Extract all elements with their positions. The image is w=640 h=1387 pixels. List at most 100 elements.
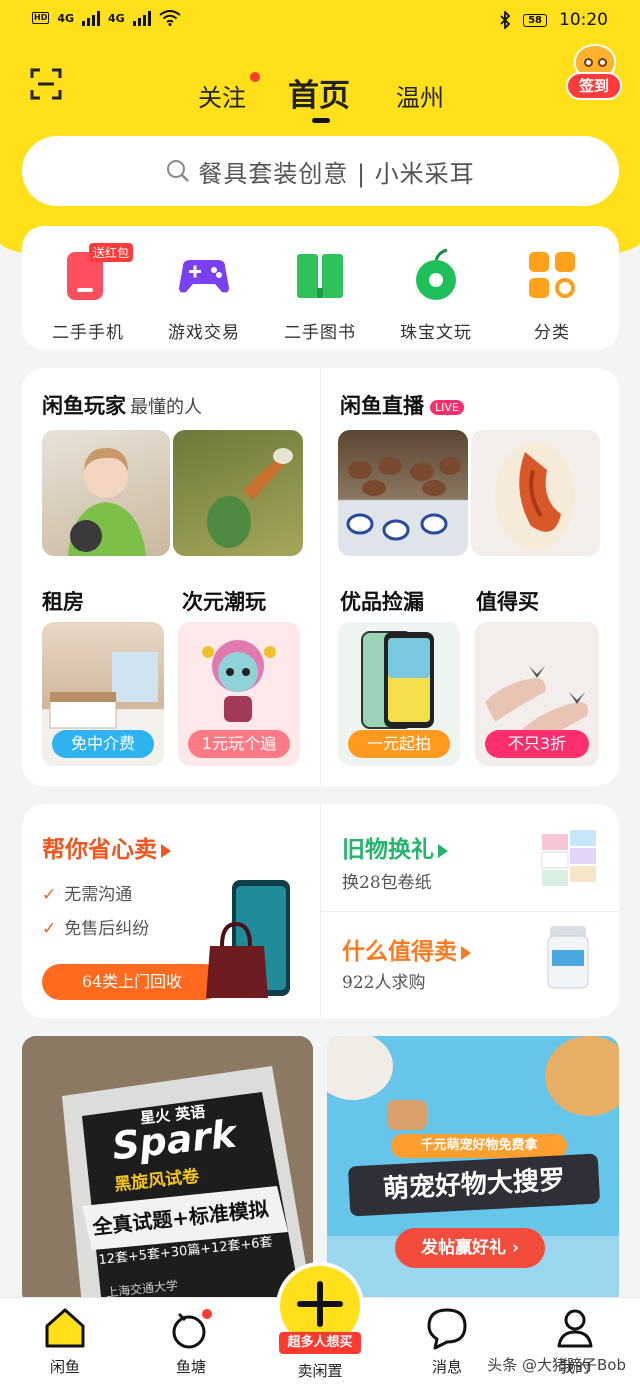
category-label: 二手手机 bbox=[52, 323, 124, 343]
live-photo-2[interactable] bbox=[471, 430, 600, 556]
category-games[interactable]: 游戏交易 bbox=[146, 248, 262, 343]
promo-card: 帮你省心卖 ✓ 无需沟通 ✓ 免售后纠纷 64类上门回收 旧物换礼 换28包卷纸 什… bbox=[22, 804, 619, 1018]
watermark: 头条 @大猪蹄子Bob bbox=[487, 1356, 626, 1374]
tile-toys-photo[interactable]: 1元玩个遍 bbox=[178, 622, 300, 766]
arrow-right-icon bbox=[438, 844, 448, 858]
sell-point-text: 免售后纠纷 bbox=[64, 919, 150, 939]
arrow-right-icon bbox=[161, 844, 171, 858]
status-time: 10:20 bbox=[559, 10, 608, 30]
player-subtitle: 最懂的人 bbox=[130, 397, 202, 418]
checkin-button[interactable]: 签到 bbox=[566, 44, 622, 102]
tile-rent-tag: 免中介费 bbox=[52, 730, 154, 758]
worth-title-text: 什么值得卖 bbox=[342, 938, 457, 965]
tab-city-label: 温州 bbox=[396, 84, 444, 112]
notification-dot bbox=[250, 72, 260, 82]
tab-home[interactable]: 首页 bbox=[288, 70, 350, 123]
live-badge: LIVE bbox=[430, 400, 464, 415]
live-photo-1[interactable] bbox=[338, 430, 468, 556]
sell-point-1: ✓ 无需沟通 bbox=[42, 880, 132, 905]
search-bar[interactable]: 餐具套装创意 | 小米采耳 bbox=[22, 136, 619, 206]
jar-image bbox=[547, 926, 589, 989]
tab-follow[interactable]: 关注 bbox=[198, 72, 260, 113]
tile-worth-photo[interactable]: 不只3折 bbox=[475, 622, 599, 766]
hd-indicator: HD bbox=[32, 12, 50, 24]
feed-card-1[interactable]: 星火 英语 Spark 黑旋风试卷 全真试题+标准模拟 12套+5套+30篇+1… bbox=[22, 1036, 313, 1306]
network-label-2: 4G bbox=[108, 11, 125, 25]
sell-products-image bbox=[206, 880, 290, 998]
tile-rent-title[interactable]: 租房 bbox=[42, 586, 84, 616]
message-icon bbox=[425, 1306, 469, 1350]
sell-title[interactable]: 帮你省心卖 bbox=[42, 830, 171, 864]
check-icon: ✓ bbox=[42, 919, 57, 939]
checkin-label: 签到 bbox=[566, 72, 622, 100]
category-bar: 送红包 二手手机 游戏交易 二手图书 珠宝文玩 分类 bbox=[22, 226, 619, 350]
jade-icon bbox=[409, 248, 463, 302]
category-badge: 送红包 bbox=[89, 243, 134, 262]
feed-card-2[interactable]: 千元萌宠好物免费拿 萌宠好物大搜罗 发帖赢好礼 › bbox=[327, 1036, 619, 1306]
sell-title-text: 帮你省心卖 bbox=[42, 836, 157, 863]
tab-city[interactable]: 温州 bbox=[396, 78, 444, 113]
pond-icon bbox=[169, 1306, 213, 1350]
bluetooth-icon bbox=[500, 11, 511, 29]
nav-home[interactable]: 闲鱼 bbox=[20, 1306, 110, 1377]
nav-messages-label: 消息 bbox=[431, 1358, 462, 1376]
user-icon bbox=[553, 1306, 597, 1350]
nav-pond-label: 鱼塘 bbox=[175, 1358, 206, 1376]
wifi-icon bbox=[159, 10, 181, 26]
mascot-eye-left bbox=[584, 58, 593, 67]
tile-toys-title[interactable]: 次元潮玩 bbox=[182, 586, 266, 616]
nav-messages[interactable]: 消息 bbox=[402, 1306, 492, 1377]
status-left: HD 4G 4G bbox=[32, 10, 181, 26]
category-jewelry[interactable]: 珠宝文玩 bbox=[378, 248, 494, 343]
divider bbox=[320, 911, 619, 912]
tile-deals-photo[interactable]: 一元起拍 bbox=[338, 622, 460, 766]
gamepad-icon bbox=[177, 248, 231, 302]
signal-icon-2 bbox=[132, 10, 151, 26]
player-photo-2[interactable] bbox=[173, 430, 303, 556]
feed2-banner: 千元萌宠好物免费拿 bbox=[391, 1134, 567, 1158]
tile-rent-photo[interactable]: 免中介费 bbox=[42, 622, 164, 766]
tile-worth-tag: 不只3折 bbox=[485, 730, 589, 758]
tile-deals-title[interactable]: 优品捡漏 bbox=[340, 586, 424, 616]
home-icon bbox=[43, 1306, 87, 1350]
nav-home-label: 闲鱼 bbox=[49, 1358, 80, 1376]
worth-subtitle: 922人求购 bbox=[342, 973, 426, 993]
tab-home-label: 首页 bbox=[288, 78, 350, 114]
phone-icon: 送红包 bbox=[61, 243, 134, 302]
divider bbox=[320, 368, 321, 786]
feature-card: 闲鱼玩家 最懂的人 闲鱼直播 LIVE 租房 免中介费 次元潮玩 1元玩个遍 优品捡… bbox=[22, 368, 619, 786]
status-right: 58 10:20 bbox=[499, 10, 608, 30]
exchange-title-text: 旧物换礼 bbox=[342, 836, 434, 863]
search-placeholder: 餐具套装创意 | 小米采耳 bbox=[198, 159, 475, 188]
category-label: 游戏交易 bbox=[168, 323, 240, 343]
sell-point-text: 无需沟通 bbox=[64, 885, 133, 905]
nav-sell-label: 卖闲置 bbox=[297, 1362, 343, 1380]
category-books[interactable]: 二手图书 bbox=[262, 248, 378, 343]
mascot-eye-right bbox=[598, 58, 607, 67]
category-label: 珠宝文玩 bbox=[400, 323, 472, 343]
category-label: 分类 bbox=[534, 323, 570, 343]
signal-icon bbox=[82, 10, 101, 26]
category-all[interactable]: 分类 bbox=[494, 248, 610, 343]
tile-deals-tag: 一元起拍 bbox=[348, 730, 450, 758]
category-label: 二手图书 bbox=[284, 323, 356, 343]
sell-point-2: ✓ 免售后纠纷 bbox=[42, 914, 149, 939]
fab-tag: 超多人想买 bbox=[279, 1332, 361, 1354]
player-section-title[interactable]: 闲鱼玩家 最懂的人 bbox=[42, 390, 202, 420]
player-photo-1[interactable] bbox=[42, 430, 170, 556]
nav-pond[interactable]: 鱼塘 bbox=[146, 1306, 236, 1377]
recycle-button[interactable]: 64类上门回收 bbox=[42, 964, 222, 1000]
exchange-title[interactable]: 旧物换礼 bbox=[342, 830, 448, 864]
arrow-right-icon bbox=[461, 946, 471, 960]
category-phones[interactable]: 送红包 二手手机 bbox=[30, 243, 146, 343]
tissue-image bbox=[541, 830, 596, 886]
worth-title[interactable]: 什么值得卖 bbox=[342, 932, 471, 966]
feed2-button[interactable]: 发帖赢好礼 › bbox=[395, 1228, 545, 1268]
search-icon bbox=[167, 160, 190, 182]
live-section-title[interactable]: 闲鱼直播 LIVE bbox=[340, 390, 464, 420]
live-title: 闲鱼直播 bbox=[340, 393, 424, 418]
book-icon bbox=[293, 248, 347, 302]
player-title: 闲鱼玩家 bbox=[42, 393, 126, 418]
network-label-1: 4G bbox=[57, 11, 75, 25]
tile-worth-title[interactable]: 值得买 bbox=[476, 586, 539, 616]
